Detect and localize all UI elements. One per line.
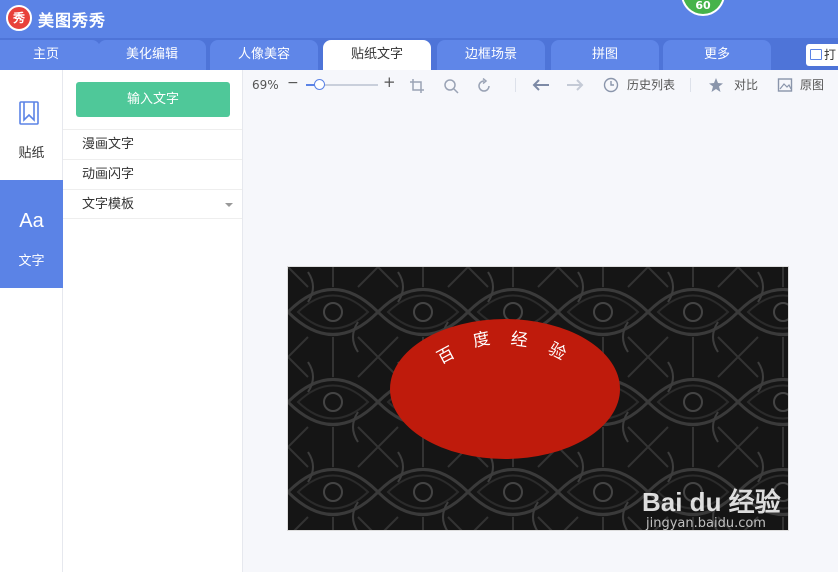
font-icon: Aa	[19, 210, 44, 232]
sub-item-animated-text[interactable]: 动画闪字	[63, 159, 242, 189]
tab-frame-scene[interactable]: 边框场景	[437, 40, 545, 70]
toolbar-divider	[515, 78, 516, 92]
zoom-level: 69%	[252, 78, 279, 92]
toolbar-divider	[690, 78, 691, 92]
open-image-button[interactable]: 打	[806, 44, 838, 66]
nav-sticker-label: 贴纸	[18, 146, 45, 161]
clock-icon	[603, 77, 619, 93]
watermark-sub-text: jingyan.baidu.com	[646, 516, 766, 531]
nav-text-label: 文字	[18, 254, 45, 269]
edit-toolbar: 69% − + 历史列表 对比 原图	[243, 70, 838, 100]
crop-icon[interactable]	[409, 78, 425, 94]
history-list-button[interactable]: 历史列表	[627, 77, 675, 93]
watermark-main-text: Bai du 经验	[642, 487, 781, 517]
tab-sticker-text[interactable]: 贴纸文字	[323, 40, 431, 70]
level-badge[interactable]: 60	[681, 0, 725, 16]
caret-down-icon	[225, 203, 233, 207]
tab-collage[interactable]: 拼图	[551, 40, 659, 70]
compare-star-icon	[709, 78, 723, 92]
zoom-out-button[interactable]: −	[287, 75, 299, 91]
original-image-button[interactable]: 原图	[800, 77, 824, 93]
nav-item-text[interactable]: Aa 文字	[0, 180, 63, 288]
title-bar: 秀 美图秀秀 60	[0, 0, 838, 38]
sub-item-text-template[interactable]: 文字模板	[63, 189, 242, 219]
zoom-in-button[interactable]: +	[383, 74, 396, 90]
zoom-fit-icon[interactable]	[443, 78, 459, 94]
tab-portrait[interactable]: 人像美容	[210, 40, 318, 70]
original-image-icon	[777, 78, 793, 92]
bookmark-icon	[19, 101, 39, 125]
tab-home[interactable]: 主页	[0, 40, 100, 70]
undo-arrow-icon[interactable]	[532, 79, 550, 91]
rotate-icon[interactable]	[476, 78, 492, 94]
text-sub-panel: 输入文字 漫画文字 动画闪字 文字模板	[63, 70, 243, 572]
app-title: 美图秀秀	[38, 11, 107, 30]
red-ellipse[interactable]	[390, 319, 620, 459]
tab-beautify-edit[interactable]: 美化编辑	[98, 40, 206, 70]
sub-item-comic-text[interactable]: 漫画文字	[63, 129, 242, 159]
logo-text: 秀	[12, 11, 25, 25]
zoom-slider-handle[interactable]	[314, 79, 325, 90]
input-text-button[interactable]: 输入文字	[76, 82, 230, 117]
tab-more[interactable]: 更多	[663, 40, 771, 70]
compare-button[interactable]: 对比	[734, 77, 758, 93]
nav-item-sticker[interactable]: 贴纸	[0, 70, 63, 178]
open-button-label: 打	[824, 48, 837, 62]
baidu-watermark: Bai du 经验 jingyan.baidu.com	[642, 482, 781, 531]
main-tabs: 主页 美化编辑 人像美容 贴纸文字 边框场景 拼图 更多	[0, 38, 838, 70]
left-nav: 贴纸 Aa 文字	[0, 70, 63, 572]
sub-item-text-template-label: 文字模板	[82, 197, 135, 212]
app-logo: 秀	[6, 5, 32, 31]
image-icon	[810, 49, 822, 60]
arc-char: 经	[509, 329, 529, 351]
redo-arrow-icon[interactable]	[566, 79, 584, 91]
